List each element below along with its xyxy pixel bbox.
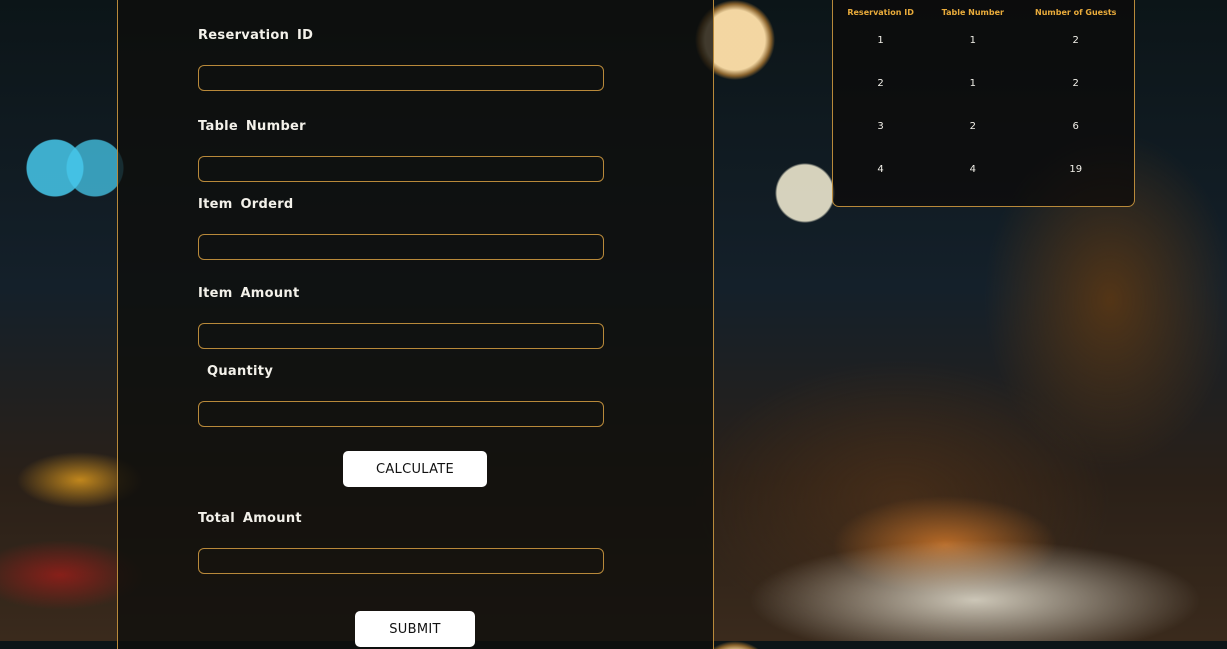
item-amount-input[interactable]: [198, 323, 604, 349]
reservation-id-label: Reservation ID: [198, 28, 314, 43]
table-cell: 3: [877, 121, 884, 132]
column-header-reservation-id: Reservation ID: [847, 7, 914, 17]
table-cell: 2: [877, 78, 884, 89]
table-row: 1 1 2: [833, 19, 1134, 62]
order-form-panel: Reservation ID Table Number Item Orderd …: [117, 0, 714, 649]
quantity-label: Quantity: [207, 364, 274, 379]
item-amount-label: Item Amount: [198, 286, 300, 301]
reservations-table: Reservation ID Table Number Number of Gu…: [833, 5, 1134, 191]
table-number-input[interactable]: [198, 156, 604, 182]
submit-button[interactable]: SUBMIT: [355, 611, 475, 647]
total-amount-label: Total Amount: [198, 511, 302, 526]
table-cell: 2: [969, 121, 976, 132]
table-row: 2 1 2: [833, 62, 1134, 105]
quantity-input[interactable]: [198, 401, 604, 427]
table-header-row: Reservation ID Table Number Number of Gu…: [833, 5, 1134, 19]
table-number-label: Table Number: [198, 119, 306, 134]
item-ordered-label: Item Orderd: [198, 197, 294, 212]
table-cell: 1: [877, 35, 884, 46]
table-row: 4 4 19: [833, 148, 1134, 191]
table-row: 3 2 6: [833, 105, 1134, 148]
table-cell: 1: [969, 35, 976, 46]
column-header-number-of-guests: Number of Guests: [1035, 7, 1117, 17]
table-cell: 2: [1072, 78, 1079, 89]
reservation-id-input[interactable]: [198, 65, 604, 91]
item-ordered-input[interactable]: [198, 234, 604, 260]
column-header-table-number: Table Number: [941, 7, 1004, 17]
total-amount-input[interactable]: [198, 548, 604, 574]
reservations-table-panel: Reservation ID Table Number Number of Gu…: [832, 0, 1135, 207]
table-cell: 1: [969, 78, 976, 89]
table-cell: 4: [969, 164, 976, 175]
table-cell: 6: [1072, 121, 1079, 132]
table-cell: 2: [1072, 35, 1079, 46]
calculate-button[interactable]: CALCULATE: [343, 451, 487, 487]
table-cell: 4: [877, 164, 884, 175]
table-cell: 19: [1069, 164, 1083, 175]
